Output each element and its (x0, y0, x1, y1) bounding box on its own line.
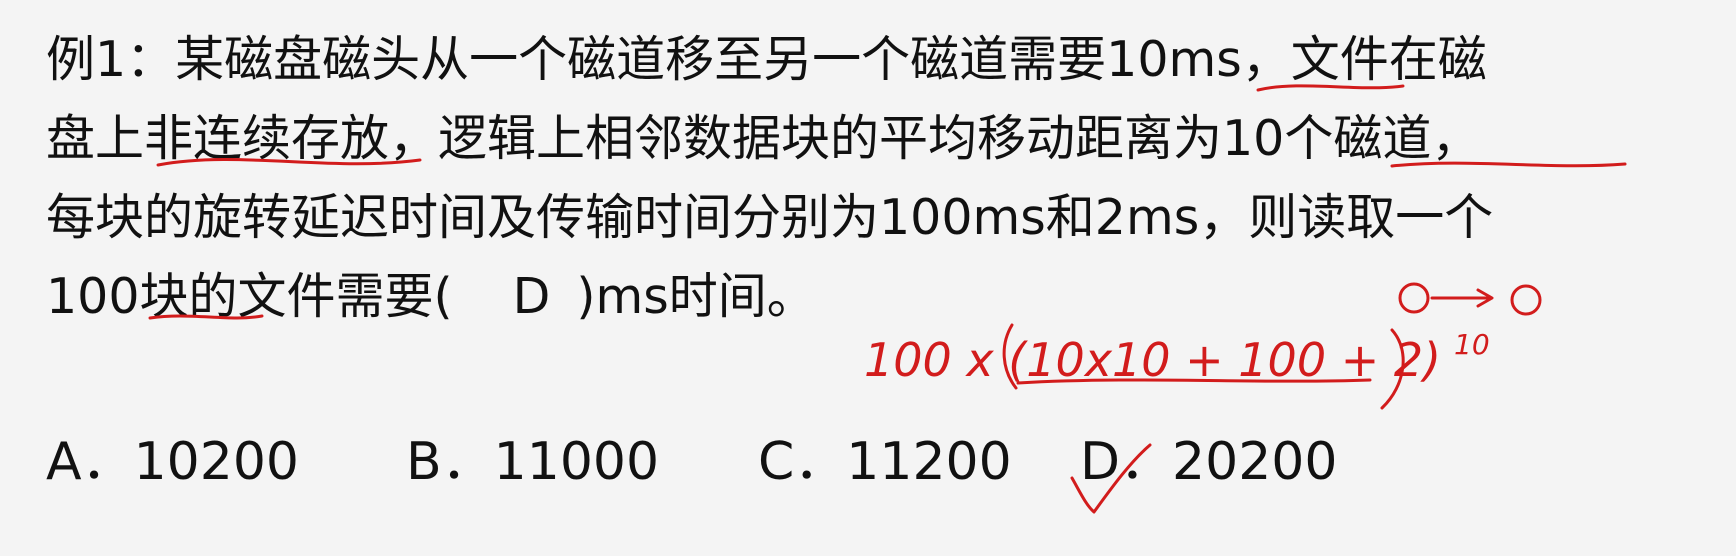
circled-one-icon (1398, 282, 1430, 314)
arrow-icon (1430, 288, 1494, 308)
question-line-3: 每块的旋转延迟时间及传输时间分别为100ms和2ms，则读取一个 (46, 189, 1494, 246)
option-b[interactable]: B．11000 (406, 432, 659, 492)
slide: 例1：某磁盘磁头从一个磁道移至另一个磁道需要10ms，文件在磁 盘上非连续存放，… (0, 0, 1736, 556)
answer-letter: D (512, 268, 551, 325)
option-c[interactable]: C．11200 (758, 432, 1012, 492)
formula-bracket-open (1002, 323, 1018, 390)
question-line-1: 例1：某磁盘磁头从一个磁道移至另一个磁道需要10ms，文件在磁 (46, 31, 1487, 88)
formula-underline (1016, 378, 1372, 385)
formula-text: 100 x (10x10 + 100 + 2) (864, 333, 1441, 387)
question-line-4-suffix: )ms时间。 (576, 268, 816, 325)
question-line-4-prefix: 100块的文件需要( (46, 268, 453, 325)
circled-two-icon (1510, 284, 1542, 316)
option-a[interactable]: A．10200 (46, 432, 299, 492)
question-line-4: 100块的文件需要( D )ms时间。 (46, 267, 816, 327)
option-d[interactable]: D．20200 (1080, 432, 1337, 492)
step-count: 10 (1454, 328, 1490, 361)
question-line-2: 盘上非连续存放，逻辑上相邻数据块的平均移动距离为10个磁道， (46, 110, 1481, 167)
formula-bracket-close (1380, 328, 1405, 410)
